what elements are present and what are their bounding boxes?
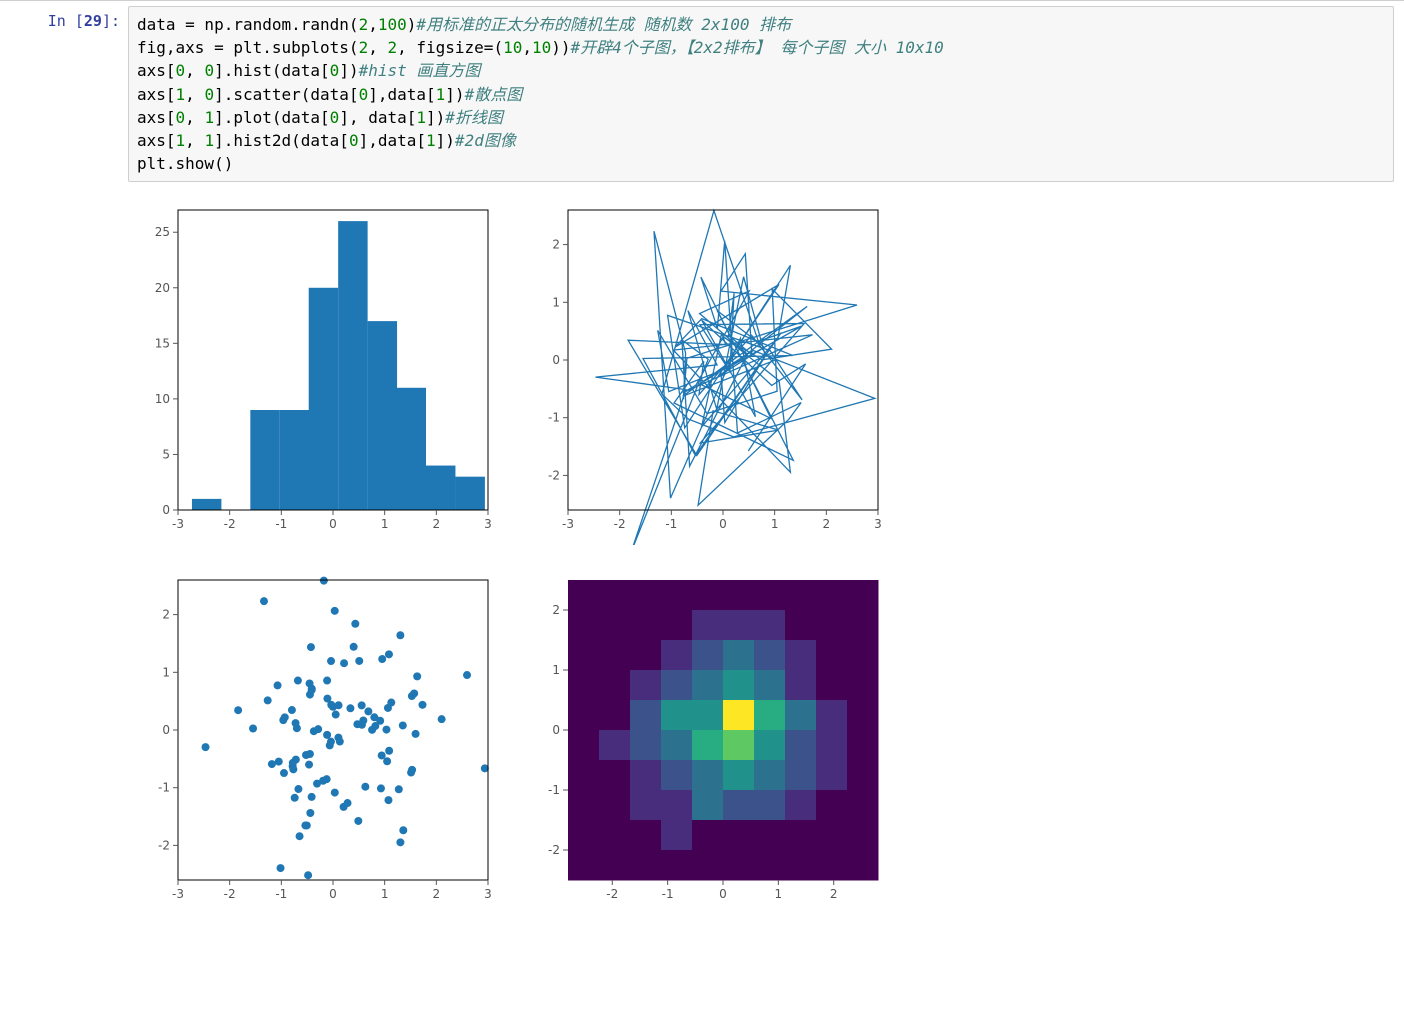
svg-text:-2: -2	[224, 517, 236, 531]
svg-text:-3: -3	[172, 517, 184, 531]
svg-text:1: 1	[552, 296, 560, 310]
line-svg: -3 -2 -1 0 1 2 3 -2 -1 0 1 2	[518, 200, 888, 545]
svg-text:1: 1	[771, 517, 779, 531]
code-cell: In [29]: data = np.random.randn(2,100)#用…	[0, 0, 1404, 182]
heatmap-svg: -2 -1 0 1 2 -2 -1 0 1 2	[518, 570, 888, 915]
svg-text:0: 0	[162, 503, 170, 517]
prompt-label: In [	[48, 12, 84, 30]
svg-text:-3: -3	[172, 887, 184, 901]
svg-text:3: 3	[484, 887, 492, 901]
hist-svg: -3 -2 -1 0 1 2 3 0 5 10 15 20 25	[128, 200, 498, 545]
svg-text:0: 0	[329, 517, 337, 531]
svg-text:0: 0	[329, 887, 337, 901]
svg-text:0: 0	[719, 887, 727, 901]
svg-text:1: 1	[381, 517, 389, 531]
chart-line: -3 -2 -1 0 1 2 3 -2 -1 0 1 2	[518, 200, 898, 550]
svg-text:2: 2	[552, 603, 560, 617]
svg-text:3: 3	[874, 517, 882, 531]
svg-text:25: 25	[155, 226, 170, 240]
chart-grid: -3-2-101230510152025 -3-2-10123-2-1012 -…	[128, 200, 1404, 920]
svg-text:-1: -1	[665, 517, 677, 531]
chart-heatmap: -2 -1 0 1 2 -2 -1 0 1 2	[518, 570, 898, 920]
svg-text:-2: -2	[224, 887, 236, 901]
notebook: In [29]: data = np.random.randn(2,100)#用…	[0, 0, 1404, 920]
svg-text:2: 2	[552, 238, 560, 252]
svg-text:-2: -2	[158, 839, 170, 853]
svg-text:-1: -1	[662, 887, 674, 901]
svg-text:2: 2	[162, 608, 170, 622]
svg-text:-3: -3	[562, 517, 574, 531]
svg-text:3: 3	[484, 517, 492, 531]
chart-scatter: -3 -2 -1 0 1 2 3 -2 -1 0 1 2	[128, 570, 508, 920]
svg-text:0: 0	[162, 723, 170, 737]
output-area: -3-2-101230510152025 -3-2-10123-2-1012 -…	[0, 182, 1404, 920]
svg-text:20: 20	[155, 281, 170, 295]
svg-text:-1: -1	[275, 517, 287, 531]
svg-text:2: 2	[830, 887, 838, 901]
svg-text:-1: -1	[275, 887, 287, 901]
svg-text:15: 15	[155, 337, 170, 351]
svg-text:1: 1	[381, 887, 389, 901]
svg-text:-1: -1	[548, 411, 560, 425]
svg-text:1: 1	[775, 887, 783, 901]
svg-text:-2: -2	[548, 843, 560, 857]
svg-text:5: 5	[162, 448, 170, 462]
chart-histogram: -3 -2 -1 0 1 2 3 0 5 10 15 20 25	[128, 200, 508, 550]
svg-text:-2: -2	[614, 517, 626, 531]
code-input-area[interactable]: data = np.random.randn(2,100)#用标准的正太分布的随…	[128, 6, 1394, 182]
svg-text:10: 10	[155, 392, 170, 406]
scatter-svg: -3 -2 -1 0 1 2 3 -2 -1 0 1 2	[128, 570, 498, 915]
svg-text:-2: -2	[606, 887, 618, 901]
code-block[interactable]: data = np.random.randn(2,100)#用标准的正太分布的随…	[137, 13, 1385, 175]
svg-text:2: 2	[433, 887, 441, 901]
svg-text:2: 2	[823, 517, 831, 531]
svg-text:0: 0	[552, 723, 560, 737]
svg-text:0: 0	[552, 353, 560, 367]
svg-text:1: 1	[552, 663, 560, 677]
prompt-number: 29	[84, 12, 102, 30]
svg-text:0: 0	[719, 517, 727, 531]
input-prompt: In [29]:	[0, 6, 128, 182]
svg-text:1: 1	[162, 666, 170, 680]
svg-text:-2: -2	[548, 469, 560, 483]
svg-text:2: 2	[433, 517, 441, 531]
svg-text:-1: -1	[158, 781, 170, 795]
prompt-close: ]:	[102, 12, 120, 30]
svg-text:-1: -1	[548, 783, 560, 797]
